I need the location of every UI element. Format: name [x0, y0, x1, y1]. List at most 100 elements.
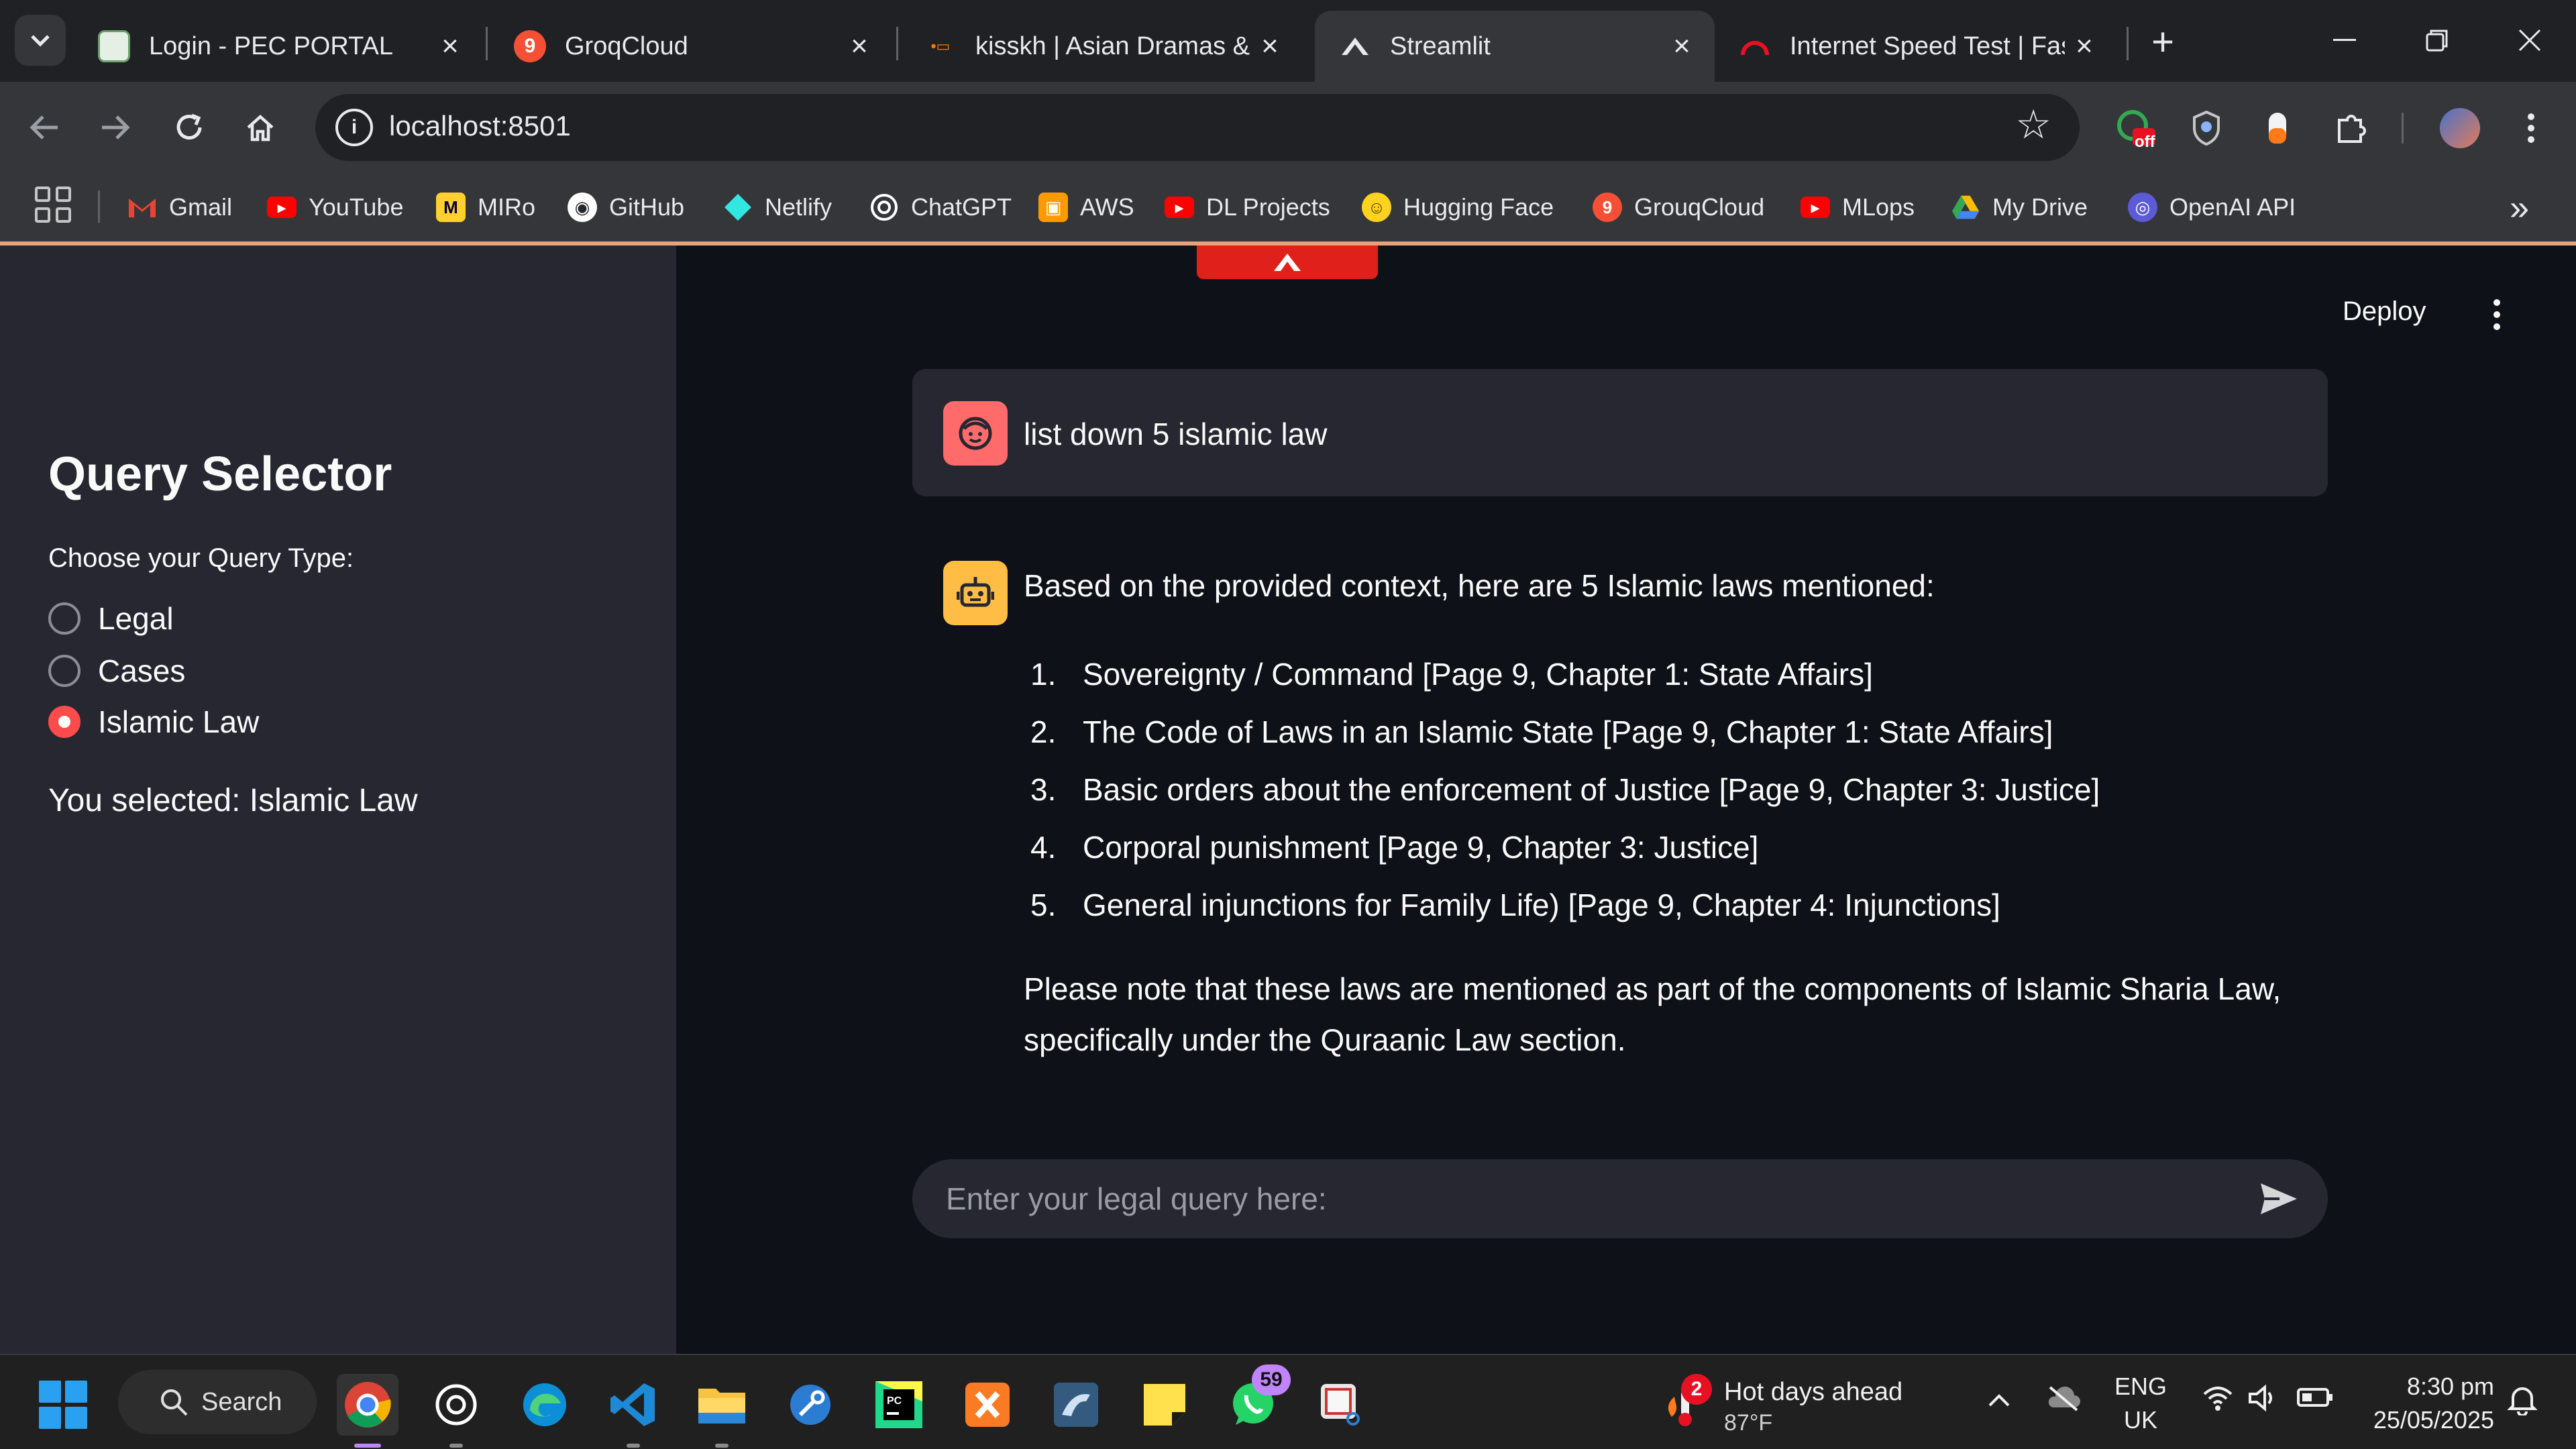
restore-button[interactable] [2400, 13, 2474, 67]
taskbar-xampp[interactable] [957, 1374, 1018, 1436]
taskbar-snipping-tool[interactable] [1311, 1374, 1373, 1436]
close-icon[interactable]: × [1668, 32, 1696, 61]
bookmark-grouqcloud[interactable]: 9 GrouqCloud [1593, 189, 1764, 225]
bookmark-netlify[interactable]: Netlify [723, 189, 832, 225]
more-bookmarks-icon[interactable]: » [2510, 188, 2529, 228]
puzzle-icon [2338, 115, 2366, 143]
snipping-tool-icon [1321, 1384, 1360, 1426]
tab-fast-speed-test[interactable]: Internet Speed Test | Fast × [1715, 11, 2117, 82]
tab-streamlit[interactable]: Streamlit × [1315, 11, 1715, 82]
shield-extension-button[interactable] [2184, 106, 2229, 150]
bookmark-openai-api[interactable]: ◎ OpenAI API [2128, 189, 2296, 225]
reload-button[interactable] [164, 102, 215, 153]
volume-button[interactable] [2247, 1384, 2278, 1418]
network-button[interactable] [2202, 1385, 2234, 1418]
list-item: 1. Sovereignty / Command [Page 9, Chapter… [1030, 645, 2305, 703]
mysql-dolphin-icon [1054, 1383, 1098, 1427]
home-button[interactable] [235, 102, 286, 153]
radio-option-islamic-law[interactable]: Islamic Law [48, 702, 259, 742]
bookmark-star-icon[interactable]: ☆ [2015, 105, 2051, 145]
close-window-button[interactable] [2493, 13, 2567, 67]
bookmark-miro[interactable]: M MIRo [436, 189, 535, 225]
close-icon[interactable]: × [436, 32, 464, 61]
taskbar-vscode[interactable] [602, 1374, 664, 1448]
close-icon[interactable]: × [1256, 32, 1284, 61]
taskbar-pycharm[interactable]: PC [868, 1374, 930, 1436]
taskbar-mysql-workbench[interactable] [1045, 1374, 1107, 1436]
bookmark-label: AWS [1080, 193, 1134, 221]
fast-speedometer-icon [1739, 30, 1771, 62]
main-menu-button[interactable] [2490, 299, 2504, 330]
radio-option-cases[interactable]: Cases [48, 651, 185, 691]
bookmark-dl-projects[interactable]: ▸ DL Projects [1165, 189, 1330, 225]
bookmark-hugging-face[interactable]: ☺ Hugging Face [1362, 189, 1554, 225]
bookmark-aws[interactable]: ▣ AWS [1038, 189, 1134, 225]
radio-label[interactable]: Cases [98, 653, 185, 689]
site-info-icon[interactable]: i [335, 109, 373, 146]
taskbar-app-blue[interactable] [780, 1374, 841, 1436]
assistant-note-text: Please note that these laws are mentione… [1024, 971, 2282, 1057]
bookmark-gmail[interactable]: Gmail [127, 189, 232, 225]
toolbar-separator [2402, 113, 2404, 144]
capsule-extension-button[interactable] [2255, 106, 2300, 150]
system-clock[interactable]: 8:30 pm 25/05/2025 [2348, 1370, 2494, 1437]
taskbar-whatsapp[interactable]: 59 [1222, 1364, 1291, 1436]
bookmark-chatgpt[interactable]: ChatGPT [869, 189, 1012, 225]
forward-button[interactable] [90, 102, 141, 153]
notifications-button[interactable] [2507, 1385, 2538, 1422]
bookmark-my-drive[interactable]: My Drive [1951, 189, 2088, 225]
bookmark-youtube[interactable]: ▸ YouTube [267, 189, 403, 225]
tab-pec-portal[interactable]: Login - PEC PORTAL × [74, 11, 483, 82]
chat-input[interactable] [946, 1175, 2207, 1222]
language-code: ENG [2114, 1373, 2167, 1400]
taskbar-file-explorer[interactable] [691, 1374, 753, 1448]
assistant-avatar [943, 561, 1008, 625]
radio-button-selected[interactable] [48, 706, 80, 738]
apps-grid-icon[interactable] [35, 186, 71, 223]
minimize-button[interactable] [2308, 13, 2381, 67]
kisskh-icon: •▭ [930, 38, 951, 54]
extensions-button[interactable] [2329, 106, 2373, 150]
extension-off-button[interactable]: off [2113, 106, 2157, 151]
taskbar-sticky-notes[interactable] [1134, 1374, 1195, 1436]
taskbar-search[interactable]: Search [118, 1370, 317, 1434]
battery-button[interactable] [2297, 1385, 2333, 1415]
back-button[interactable] [19, 102, 70, 153]
streamlit-app: Query Selector Choose your Query Type: L… [0, 246, 2576, 1354]
bookmark-mlops[interactable]: ▸ MLops [1801, 189, 1915, 225]
taskbar-chrome[interactable] [337, 1374, 398, 1448]
radio-button[interactable] [48, 655, 80, 687]
radio-label[interactable]: Legal [98, 600, 174, 637]
send-button[interactable] [2257, 1177, 2301, 1221]
bookmark-label: ChatGPT [911, 193, 1012, 221]
close-icon [2518, 29, 2541, 52]
close-icon[interactable]: × [2070, 32, 2098, 61]
list-item-text: The Code of Laws in an Islamic State [Pa… [1083, 714, 2053, 749]
close-icon[interactable]: × [845, 32, 873, 61]
tab-title: Internet Speed Test | Fast [1790, 32, 2065, 60]
language-indicator[interactable]: ENG UK [2110, 1370, 2171, 1437]
browser-menu-button[interactable] [2509, 106, 2553, 150]
taskbar-chatgpt[interactable] [425, 1374, 487, 1448]
list-number: 5. [1030, 888, 1057, 922]
notification-badge: 59 [1252, 1364, 1291, 1395]
address-bar[interactable]: i localhost:8501 ☆ [315, 94, 2080, 161]
taskbar-edge[interactable] [514, 1374, 576, 1436]
deploy-button[interactable]: Deploy [2343, 297, 2426, 327]
windows-start-icon[interactable] [39, 1381, 87, 1429]
radio-label[interactable]: Islamic Law [98, 704, 259, 740]
bookmark-github[interactable]: ◉ GitHub [568, 189, 684, 225]
show-hidden-icons-button[interactable] [1987, 1385, 2011, 1415]
tab-groqcloud[interactable]: 9 GroqCloud × [490, 11, 892, 82]
onedrive-tray-icon[interactable] [2046, 1385, 2081, 1418]
radio-button[interactable] [48, 602, 80, 635]
tab-kisskh[interactable]: •▭ kisskh | Asian Dramas & M × [900, 11, 1303, 82]
radio-option-legal[interactable]: Legal [48, 598, 174, 639]
profile-avatar[interactable] [2438, 106, 2482, 150]
list-item-text: Sovereignty / Command [Page 9, Chapter 1… [1083, 657, 1873, 692]
url-text[interactable]: localhost:8501 [389, 110, 571, 142]
selected-query-text: You selected: Islamic Law [48, 783, 418, 818]
wrench-globe-icon [790, 1385, 830, 1425]
tab-search-button[interactable] [15, 15, 66, 66]
new-tab-button[interactable]: + [2141, 20, 2184, 64]
